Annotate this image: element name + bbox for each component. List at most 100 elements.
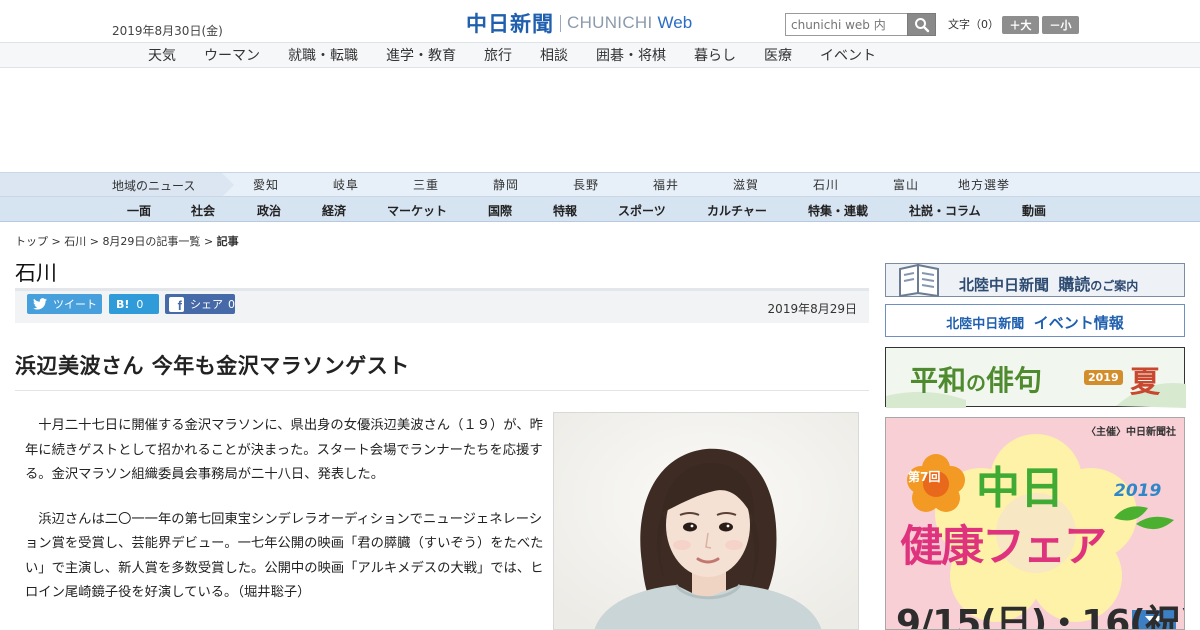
service-nav-go-shogi[interactable]: 囲碁・将棋 [596,45,666,65]
category-nav-special[interactable]: 特報 [553,202,577,219]
service-nav-travel[interactable]: 旅行 [484,45,512,65]
haiku-year: 2019 [1084,370,1123,385]
facebook-share-button[interactable]: f シェア 0 [165,294,235,314]
region-nav-label-box: 地域のニュース [0,173,234,197]
article-date: 2019年8月29日 [767,302,857,316]
category-nav-society[interactable]: 社会 [191,202,215,219]
region-nav-fukui[interactable]: 福井 [653,176,679,193]
portrait-image [554,413,858,629]
site-logo[interactable]: 中日新聞 CHUNICHI Web [466,9,692,37]
logo-web: Web [657,13,693,32]
logo-japanese: 中日新聞 [466,11,554,36]
event-title: 北陸中日新聞 イベント情報 [886,312,1184,333]
category-nav-editorial[interactable]: 社説・コラム [909,202,981,219]
category-nav-culture[interactable]: カルチャー [707,202,767,219]
peace-haiku-banner[interactable]: 平和の俳句 2019 夏 [885,347,1186,408]
facebook-share-label: シェア [190,298,223,311]
article-photo [553,412,859,630]
region-nav-toyama[interactable]: 富山 [893,176,919,193]
region-nav-shizuoka[interactable]: 静岡 [493,176,519,193]
search-button[interactable] [907,13,936,36]
breadcrumb-ishikawa[interactable]: 石川 [64,235,86,248]
breadcrumb-current: 記事 [216,235,239,248]
breadcrumb-date-list[interactable]: 8月29日の記事一覧 [102,235,200,248]
search-input[interactable] [785,13,907,36]
service-nav-medical[interactable]: 医療 [764,45,792,65]
article-headline: 浜辺美波さん 今年も金沢マラソンゲスト [15,354,410,378]
event-info-banner[interactable]: 北陸中日新聞 イベント情報 [885,304,1185,337]
facebook-icon: f [169,296,184,312]
service-nav-advice[interactable]: 相談 [540,45,568,65]
ad-space [0,68,1200,172]
hatena-bookmark-button[interactable]: B! 0 [109,294,159,314]
region-nav-gifu[interactable]: 岐阜 [333,176,359,193]
category-nav-sports[interactable]: スポーツ [618,202,666,219]
newspaper-icon [899,263,939,297]
service-nav-weather[interactable]: 天気 [148,45,176,65]
fair-title-health: 健康フェア [900,522,1107,572]
article-paragraph: 浜辺さんは二〇一一年の第七回東宝シンデレラオーディションでニュージェネレーション… [25,511,544,601]
category-nav-front[interactable]: 一面 [127,202,151,219]
category-nav-features[interactable]: 特集・連載 [808,202,868,219]
subscribe-banner[interactable]: 北陸中日新聞 購読のご案内 [885,263,1185,297]
category-nav-politics[interactable]: 政治 [257,202,281,219]
site-header: 2019年8月30日(金) 中日新聞 CHUNICHI Web 文字（0） ＋大… [0,0,1200,43]
hatena-count: 0 [136,297,144,311]
breadcrumb-separator: > [51,235,61,248]
breadcrumb-top[interactable]: トップ [15,235,48,248]
article-paragraph: 十月二十七日に開催する金沢マラソンに、県出身の女優浜辺美波さん（１９）が、昨年に… [25,418,543,482]
fair-year: 2019 [1114,481,1162,501]
search-icon [914,17,929,32]
region-nav-mie[interactable]: 三重 [413,176,439,193]
headline-divider [15,390,869,391]
category-nav-world[interactable]: 国際 [488,202,512,219]
region-nav-nagano[interactable]: 長野 [573,176,599,193]
breadcrumb-separator: > [203,235,214,248]
subscribe-title: 北陸中日新聞 購読のご案内 [959,271,1138,295]
article-body: 十月二十七日に開催する金沢マラソンに、県出身の女優浜辺美波さん（１９）が、昨年に… [25,414,547,626]
region-nav-ishikawa[interactable]: 石川 [813,176,839,193]
haiku-title-peace: 平和 [910,364,967,397]
hatena-label: B! [116,297,130,311]
region-nav-shiga[interactable]: 滋賀 [733,176,759,193]
health-fair-banner[interactable]: 〈主催〉中日新聞社 第7回 中日 2019 健康フェア 9/15(日)・16(祝… [885,417,1185,630]
subscribe-word: 購読 [1058,275,1091,294]
region-nav: 地域のニュース 愛知 岐阜 三重 静岡 長野 福井 滋賀 石川 富山 地方選挙 [0,172,1200,197]
category-nav-video[interactable]: 動画 [1022,202,1046,219]
breadcrumb: トップ > 石川 > 8月29日の記事一覧 > 記事 [15,233,239,249]
tweet-button[interactable]: ツイート [27,294,102,314]
service-nav-jobs[interactable]: 就職・転職 [288,45,358,65]
font-smaller-button[interactable]: －小 [1042,16,1079,34]
haiku-title-haiku: 俳句 [986,364,1043,397]
site-search [785,13,936,36]
section-title: 石川 [15,261,57,285]
region-nav-arrow [222,173,234,197]
region-nav-aichi[interactable]: 愛知 [253,176,279,193]
subscribe-brand: 北陸中日新聞 [959,276,1050,294]
logo-divider [560,14,561,32]
subscribe-suffix: のご案内 [1090,279,1139,293]
twitter-icon [33,298,47,310]
font-size-label: 文字（0） [948,18,999,31]
fair-title-chunichi: 中日 [976,463,1064,514]
font-bigger-button[interactable]: ＋大 [1002,16,1039,34]
fair-sponsor: 〈主催〉中日新聞社 [1086,427,1176,438]
haiku-title-no: の [966,371,987,395]
region-nav-label: 地域のニュース [112,179,196,193]
service-nav-education[interactable]: 進学・教育 [386,45,456,65]
service-nav: 天気 ウーマン 就職・転職 進学・教育 旅行 相談 囲碁・将棋 暮らし 医療 イ… [0,42,1200,68]
service-nav-living[interactable]: 暮らし [694,45,736,65]
service-nav-events[interactable]: イベント [820,45,876,65]
event-word: イベント情報 [1033,314,1124,332]
logo-english: CHUNICHI [567,13,653,32]
share-bar: ツイート B! 0 f シェア 0 2019年8月29日 [15,291,869,323]
category-nav: 一面 社会 政治 経済 マーケット 国際 特報 スポーツ カルチャー 特集・連載… [0,197,1200,222]
service-nav-woman[interactable]: ウーマン [204,45,260,65]
category-nav-market[interactable]: マーケット [387,202,447,219]
category-nav-economy[interactable]: 経済 [322,202,346,219]
breadcrumb-separator: > [89,235,99,248]
tweet-label: ツイート [53,298,97,311]
region-nav-elections[interactable]: 地方選挙 [958,176,1010,193]
haiku-season: 夏 [1130,365,1160,400]
haiku-title: 平和の俳句 [910,359,1042,399]
